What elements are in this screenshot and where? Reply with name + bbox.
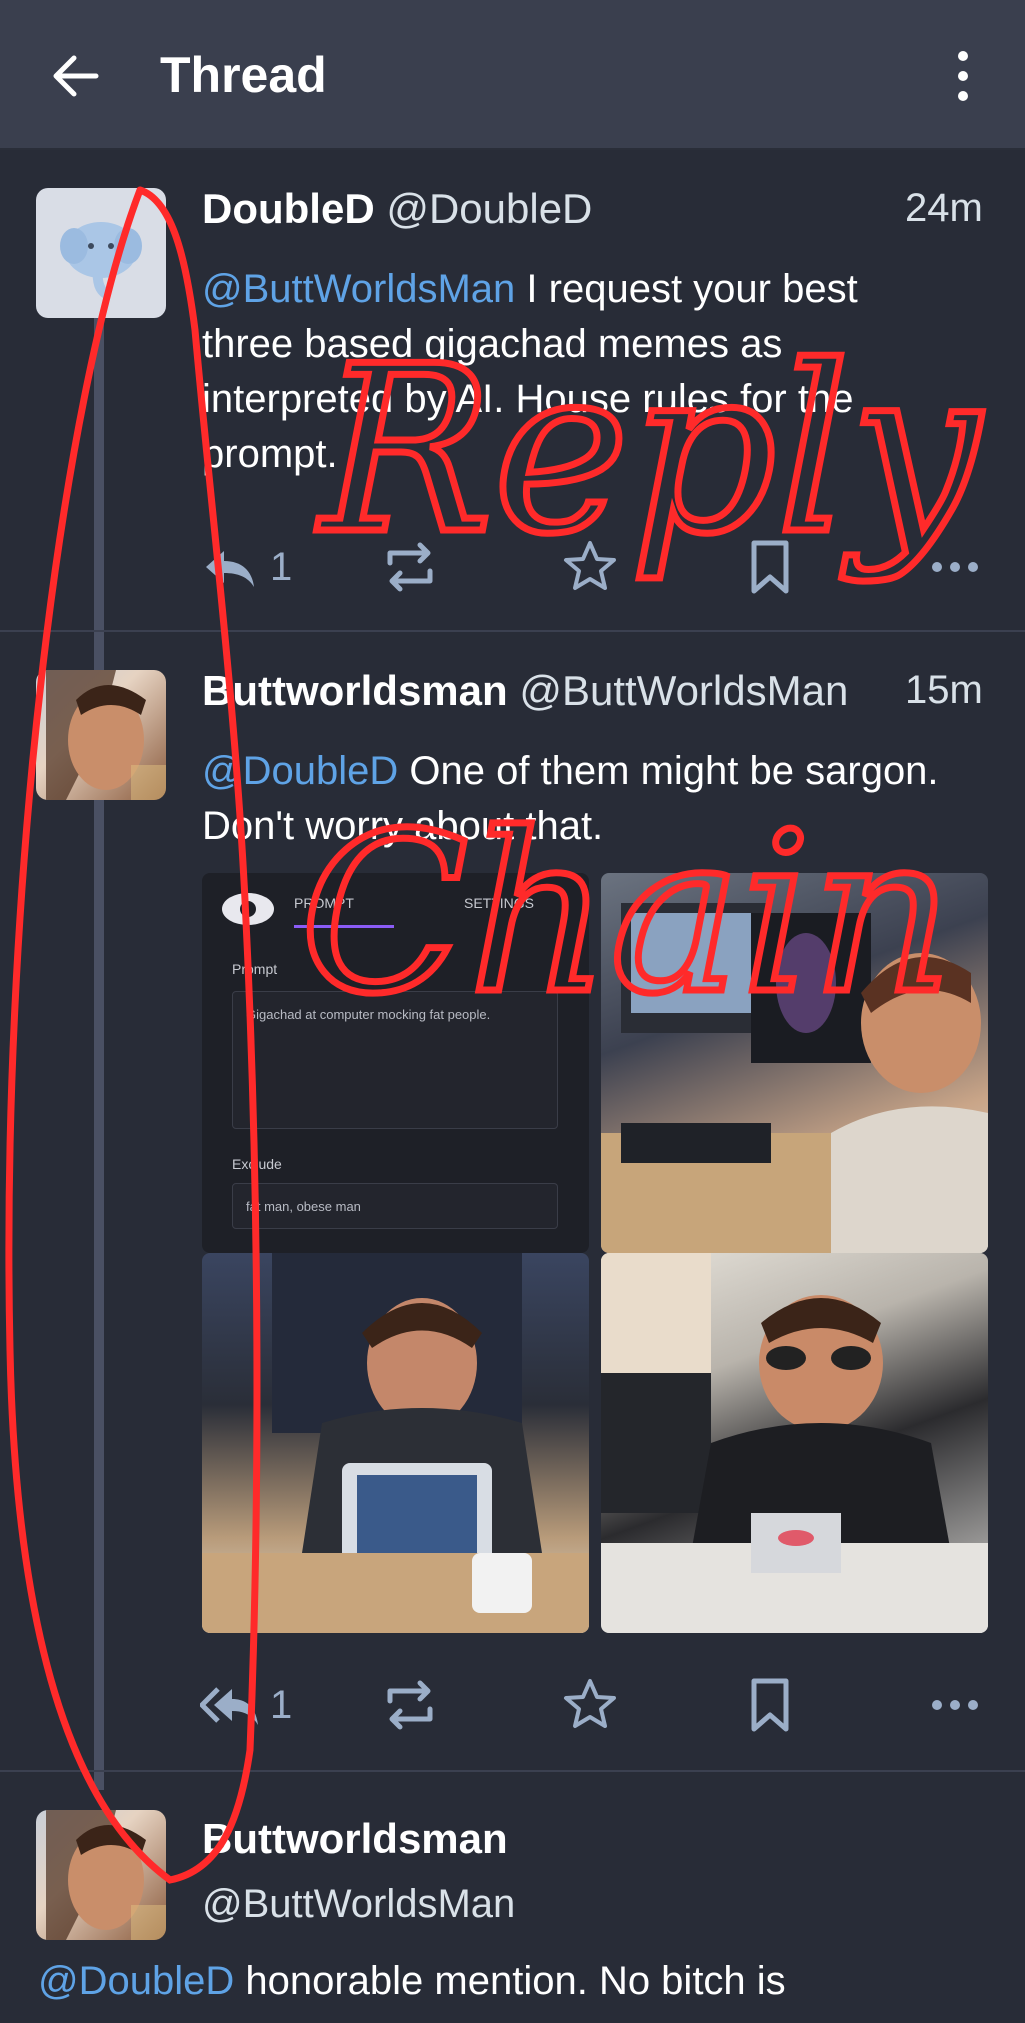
post-actions: 1 bbox=[200, 527, 990, 607]
post-actions: 1 bbox=[200, 1665, 990, 1745]
reply-all-icon bbox=[200, 1687, 258, 1725]
more-button[interactable] bbox=[925, 1665, 985, 1745]
post-content: @DoubleD honorable mention. No bitch is bbox=[38, 1959, 786, 2003]
retweet-icon bbox=[387, 542, 433, 592]
bookmark-icon bbox=[751, 540, 789, 594]
avatar[interactable] bbox=[36, 670, 166, 800]
author-handle: @DoubleD bbox=[386, 185, 593, 232]
author-handle: @ButtWorldsMan bbox=[519, 667, 849, 714]
more-button[interactable] bbox=[925, 527, 985, 607]
page-title: Thread bbox=[160, 47, 327, 103]
avatar[interactable] bbox=[36, 1810, 166, 1940]
bookmark-button[interactable] bbox=[740, 1665, 800, 1745]
eye-icon bbox=[222, 893, 274, 925]
post-time: 15m bbox=[905, 668, 983, 712]
post-content: @ButtWorldsMan I request your best three… bbox=[202, 267, 858, 476]
mention-link[interactable]: @DoubleD bbox=[202, 749, 398, 793]
retweet-icon bbox=[387, 1680, 433, 1730]
mastodon-elephant-icon bbox=[60, 222, 142, 299]
app-bar: Thread bbox=[0, 0, 1025, 150]
favourite-button[interactable] bbox=[560, 1665, 620, 1745]
ui-prompt-label: Prompt bbox=[232, 961, 278, 977]
media-gallery: PROMPT SETTINGS Prompt Gigachad at compu… bbox=[202, 873, 988, 1643]
reply-all-button[interactable]: 1 bbox=[200, 1665, 292, 1745]
mention-link[interactable]: @DoubleD bbox=[38, 1959, 234, 2003]
author-name[interactable]: Buttworldsman bbox=[202, 1815, 508, 1863]
media-image-1[interactable]: PROMPT SETTINGS Prompt Gigachad at compu… bbox=[202, 873, 589, 1253]
reply-button[interactable]: 1 bbox=[200, 527, 292, 607]
reply-count: 1 bbox=[270, 1682, 293, 1727]
ui-exclude-text: fat man, obese man bbox=[246, 1199, 361, 1214]
post-divider bbox=[0, 630, 1025, 632]
ui-tab-settings: SETTINGS bbox=[464, 895, 535, 911]
ai-image-man-gaming-chair bbox=[202, 1253, 589, 1633]
favourite-button[interactable] bbox=[560, 527, 620, 607]
boost-button[interactable] bbox=[380, 527, 440, 607]
ai-image-large-man-shouting bbox=[601, 1253, 988, 1633]
user-portrait-icon bbox=[46, 670, 166, 800]
reply-icon bbox=[206, 551, 254, 587]
avatar[interactable] bbox=[36, 188, 166, 318]
bookmark-icon bbox=[751, 1678, 789, 1732]
arrow-left-icon[interactable] bbox=[48, 48, 104, 104]
boost-button[interactable] bbox=[380, 1665, 440, 1745]
user-portrait-icon bbox=[46, 1810, 166, 1940]
author-name[interactable]: Buttworldsman @ButtWorldsMan bbox=[202, 667, 848, 715]
post-divider bbox=[0, 1770, 1025, 1772]
ui-exclude-label: Exclude bbox=[232, 1156, 282, 1172]
ui-tab-prompt: PROMPT bbox=[294, 895, 354, 911]
ui-prompt-text: Gigachad at computer mocking fat people. bbox=[246, 1007, 491, 1022]
more-horizontal-icon bbox=[932, 562, 978, 572]
media-image-2[interactable] bbox=[601, 873, 988, 1253]
mention-link[interactable]: @ButtWorldsMan bbox=[202, 267, 515, 311]
reply-count: 1 bbox=[270, 544, 293, 589]
author-handle: @ButtWorldsMan bbox=[202, 1882, 516, 1926]
star-icon bbox=[564, 541, 616, 590]
star-icon bbox=[564, 1679, 616, 1728]
media-image-4[interactable] bbox=[601, 1253, 988, 1633]
post-content: @DoubleD One of them might be sargon. Do… bbox=[202, 749, 939, 848]
thread-connector-line bbox=[94, 315, 104, 1790]
more-vertical-icon[interactable] bbox=[948, 48, 978, 104]
ai-image-man-at-computer bbox=[601, 903, 988, 1253]
bookmark-button[interactable] bbox=[740, 527, 800, 607]
tab-underline bbox=[294, 925, 394, 928]
author-name[interactable]: DoubleD @DoubleD bbox=[202, 185, 592, 233]
post-time: 24m bbox=[905, 186, 983, 230]
media-image-3[interactable] bbox=[202, 1253, 589, 1633]
more-horizontal-icon bbox=[932, 1700, 978, 1710]
